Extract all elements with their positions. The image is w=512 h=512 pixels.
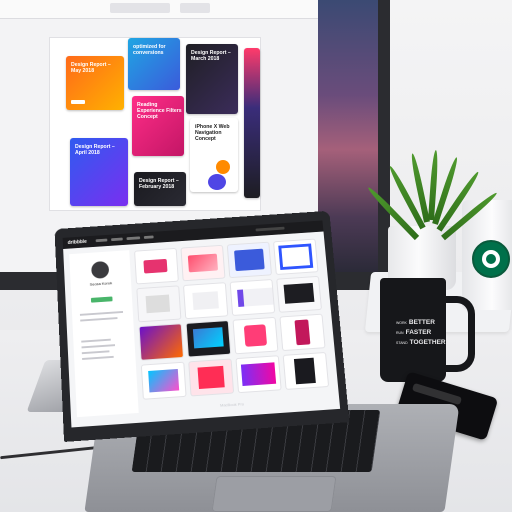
card-design-report-april: Design Report – April 2018 bbox=[70, 138, 128, 206]
card-design-report-may: Design Report – May 2018 bbox=[66, 56, 124, 110]
profile-sidebar: Seosa Koruk bbox=[69, 250, 139, 418]
card-title: iPhone X Web Navigation Concept bbox=[195, 124, 230, 142]
shot-thumbnail bbox=[230, 280, 275, 315]
card-button bbox=[71, 100, 85, 104]
mug-line-big: BETTER bbox=[408, 319, 435, 326]
nav-item bbox=[126, 236, 141, 241]
card-title: Design Report – May 2018 bbox=[71, 62, 111, 74]
search-box bbox=[255, 226, 285, 232]
starbucks-logo-icon bbox=[472, 240, 510, 278]
shot-thumbnail bbox=[135, 248, 178, 284]
nav-item bbox=[95, 238, 108, 243]
avatar bbox=[90, 260, 110, 279]
card-title: optimized for conversions bbox=[133, 44, 166, 56]
design-canvas: Design Report – May 2018 optimized for c… bbox=[50, 38, 260, 210]
nav-item bbox=[111, 237, 123, 242]
card-title: Design Report – February 2018 bbox=[139, 178, 179, 190]
profile-text-line bbox=[81, 338, 111, 343]
mug-line: WORK BETTER bbox=[396, 318, 436, 328]
shot-thumbnail bbox=[227, 242, 271, 278]
card-title: Design Report – March 2018 bbox=[191, 50, 231, 62]
shot-thumbnail bbox=[181, 245, 225, 281]
shot-thumbnail bbox=[186, 321, 231, 357]
site-logo: dribbble bbox=[67, 239, 87, 246]
profile-text-line bbox=[80, 317, 118, 322]
card-design-report-march: Design Report – March 2018 bbox=[186, 44, 238, 114]
mug-line: STAND TOGETHER bbox=[396, 338, 446, 348]
follow-button bbox=[90, 296, 113, 303]
shot-thumbnail bbox=[236, 356, 281, 393]
shot-thumbnail bbox=[189, 359, 234, 396]
profile-text-line bbox=[81, 344, 116, 349]
card-iphone-x-navigation: iPhone X Web Navigation Concept bbox=[190, 118, 238, 192]
mug-line: RUN FASTER bbox=[396, 328, 436, 338]
card-reading-filters: Reading Experience Filters Concept bbox=[132, 96, 184, 156]
shot-thumbnail bbox=[137, 286, 181, 322]
mug-slogan: WORK BETTER RUN FASTER STAND TOGETHER bbox=[396, 318, 446, 348]
mug-line-big: FASTER bbox=[405, 329, 432, 336]
profile-name: Seosa Koruk bbox=[89, 280, 113, 287]
toolbar-tab bbox=[110, 3, 170, 13]
card-optimized-conversions: optimized for conversions bbox=[128, 38, 180, 90]
laptop-screen: dribbble Seosa Koruk bbox=[62, 220, 341, 428]
profile-text-line bbox=[79, 310, 124, 316]
shot-thumbnail bbox=[283, 353, 329, 389]
card-design-report-february: Design Report – February 2018 bbox=[134, 172, 186, 206]
shot-thumbnail bbox=[139, 324, 183, 360]
decorative-circle bbox=[208, 174, 226, 190]
shot-thumbnail bbox=[274, 239, 318, 274]
laptop-lid: dribbble Seosa Koruk bbox=[54, 210, 350, 442]
shot-thumbnail bbox=[277, 276, 321, 312]
shot-thumbnail bbox=[280, 314, 325, 351]
mug-line-small: RUN bbox=[396, 331, 404, 335]
workspace-photo: Design Report – May 2018 optimized for c… bbox=[0, 0, 512, 512]
profile-text-line bbox=[82, 355, 114, 360]
shot-thumbnail bbox=[233, 317, 278, 354]
shot-thumbnail bbox=[184, 283, 228, 319]
mug-line-small: STAND bbox=[396, 341, 408, 345]
card-title: Reading Experience Filters Concept bbox=[137, 102, 182, 120]
laptop-trackpad bbox=[211, 476, 337, 512]
mug-line-big: TOGETHER bbox=[409, 339, 446, 346]
nav-item bbox=[143, 235, 154, 239]
logo-face bbox=[486, 254, 496, 264]
toolbar-tab bbox=[180, 3, 210, 13]
mug-line-small: WORK bbox=[396, 321, 407, 325]
card-partial-right bbox=[244, 48, 260, 198]
decorative-circle bbox=[216, 160, 230, 174]
card-title: Design Report – April 2018 bbox=[75, 144, 115, 156]
shot-thumbnail bbox=[141, 362, 186, 399]
shots-grid bbox=[135, 239, 333, 414]
profile-text-line bbox=[81, 350, 110, 355]
